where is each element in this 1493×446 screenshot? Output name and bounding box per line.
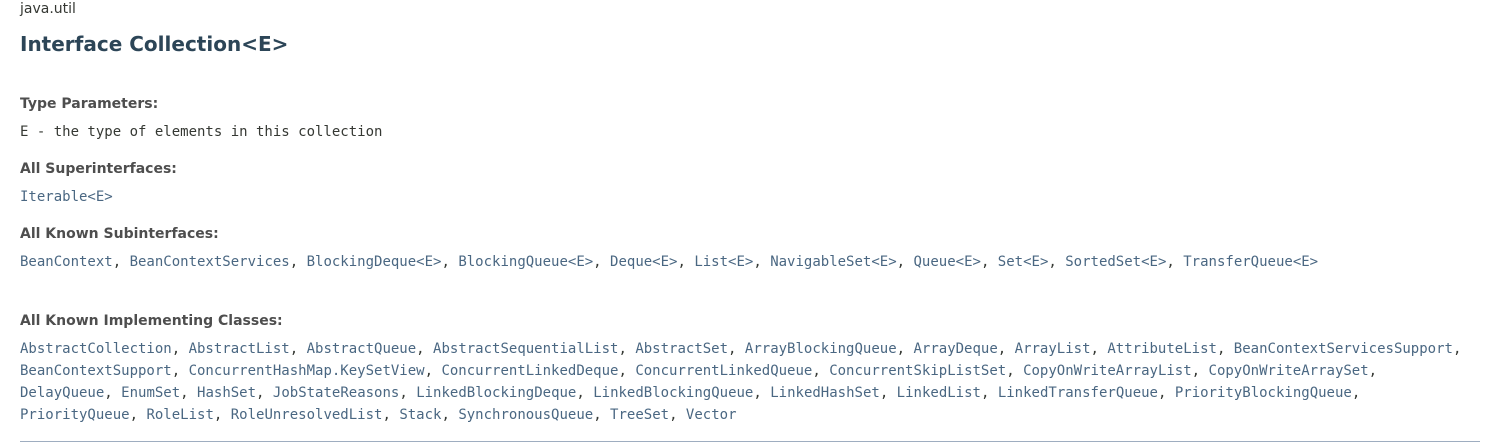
implementing-class-link[interactable]: AbstractQueue — [307, 341, 417, 357]
subinterface-link[interactable]: Set<E> — [998, 254, 1049, 270]
subinterface-link[interactable]: Deque<E> — [610, 254, 677, 270]
implementing-class-link[interactable]: EnumSet — [121, 385, 180, 401]
implementing-class-link[interactable]: DelayQueue — [20, 385, 104, 401]
implementing-classes-label: All Known Implementing Classes: — [20, 313, 283, 329]
implementing-class-link[interactable]: AbstractList — [189, 341, 290, 357]
implementing-class-link[interactable]: HashSet — [197, 385, 256, 401]
implementing-class-link[interactable]: BeanContextSupport — [20, 363, 172, 379]
implementing-class-link[interactable]: AbstractSet — [635, 341, 728, 357]
subinterface-link[interactable]: BeanContextServices — [130, 254, 290, 270]
implementing-class-link[interactable]: ConcurrentSkipListSet — [829, 363, 1006, 379]
implementing-class-link[interactable]: AttributeList — [1107, 341, 1217, 357]
subinterface-link[interactable]: BeanContext — [20, 254, 113, 270]
subinterfaces-list: BeanContext, BeanContextServices, Blocki… — [20, 254, 1319, 270]
implementing-class-link[interactable]: JobStateReasons — [273, 385, 399, 401]
implementing-class-link[interactable]: RoleUnresolvedList — [231, 407, 383, 423]
implementing-class-link[interactable]: LinkedTransferQueue — [998, 385, 1158, 401]
implementing-class-link[interactable]: Stack — [399, 407, 441, 423]
subinterface-link[interactable]: Queue<E> — [914, 254, 981, 270]
implementing-class-link[interactable]: ArrayBlockingQueue — [745, 341, 897, 357]
implementing-class-link[interactable]: Vector — [686, 407, 737, 423]
subinterface-link[interactable]: BlockingQueue<E> — [458, 254, 593, 270]
subinterface-link[interactable]: NavigableSet<E> — [770, 254, 896, 270]
implementing-class-link[interactable]: ArrayList — [1015, 341, 1091, 357]
subinterfaces-label: All Known Subinterfaces: — [20, 226, 219, 242]
implementing-class-link[interactable]: ConcurrentLinkedDeque — [441, 363, 618, 379]
implementing-class-link[interactable]: ConcurrentLinkedQueue — [635, 363, 812, 379]
superinterfaces-list: Iterable<E> — [20, 186, 1475, 208]
subinterface-link[interactable]: List<E> — [694, 254, 753, 270]
implementing-class-link[interactable]: BeanContextServicesSupport — [1234, 341, 1453, 357]
subinterface-link[interactable]: TransferQueue<E> — [1183, 254, 1318, 270]
implementing-class-link[interactable]: LinkedBlockingDeque — [416, 385, 576, 401]
type-parameters-value: E - the type of elements in this collect… — [20, 124, 383, 140]
implementing-class-link[interactable]: AbstractCollection — [20, 341, 172, 357]
subinterface-link[interactable]: SortedSet<E> — [1065, 254, 1166, 270]
superinterfaces-label: All Superinterfaces: — [20, 161, 177, 177]
implementing-class-link[interactable]: LinkedList — [897, 385, 981, 401]
implementing-class-link[interactable]: PriorityBlockingQueue — [1175, 385, 1352, 401]
implementing-class-link[interactable]: LinkedBlockingQueue — [593, 385, 753, 401]
type-parameters-label: Type Parameters: — [20, 96, 159, 112]
package-label: java.util — [20, 1, 76, 17]
implementing-class-link[interactable]: PriorityQueue — [20, 407, 130, 423]
section-divider — [20, 441, 1480, 442]
implementing-class-link[interactable]: AbstractSequentialList — [433, 341, 618, 357]
page-title: Interface Collection<E> — [20, 32, 289, 56]
implementing-class-link[interactable]: ConcurrentHashMap.KeySetView — [189, 363, 425, 379]
implementing-class-link[interactable]: LinkedHashSet — [770, 385, 880, 401]
superinterface-link[interactable]: Iterable<E> — [20, 189, 113, 205]
implementing-class-link[interactable]: ArrayDeque — [913, 341, 997, 357]
implementing-class-link[interactable]: RoleList — [146, 407, 213, 423]
implementing-classes-list: AbstractCollection, AbstractList, Abstra… — [20, 341, 1462, 423]
subinterface-link[interactable]: BlockingDeque<E> — [307, 254, 442, 270]
implementing-class-link[interactable]: CopyOnWriteArraySet — [1209, 363, 1369, 379]
implementing-class-link[interactable]: SynchronousQueue — [458, 407, 593, 423]
implementing-class-link[interactable]: CopyOnWriteArrayList — [1023, 363, 1192, 379]
implementing-class-link[interactable]: TreeSet — [610, 407, 669, 423]
